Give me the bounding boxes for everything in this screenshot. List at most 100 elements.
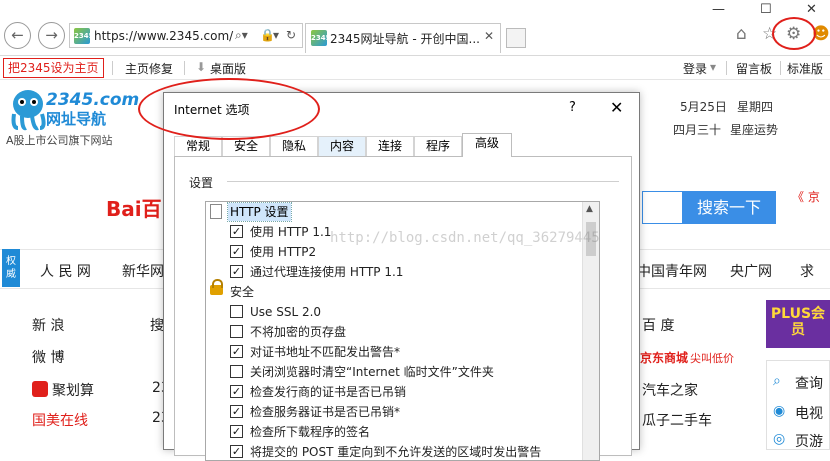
nav-link[interactable]: 央广网 bbox=[730, 261, 772, 281]
scroll-up-icon[interactable]: ▲ bbox=[586, 204, 593, 214]
login-link[interactable]: 登录 bbox=[683, 60, 707, 77]
desktop-version-link[interactable]: 桌面版 bbox=[210, 60, 246, 77]
watermark-text: http://blog.csdn.net/qq_36279445 bbox=[330, 230, 600, 246]
site-link[interactable]: 搜 bbox=[150, 315, 164, 335]
setting-row[interactable]: ✓ 检查所下载程序的签名 bbox=[206, 422, 584, 442]
site-link[interactable]: 新 浪 bbox=[32, 315, 64, 335]
nav-link[interactable]: 新华网 bbox=[122, 261, 164, 281]
lunar-date-text: 四月三十 bbox=[673, 123, 722, 137]
tree-category-http[interactable]: HTTP 设置 bbox=[206, 202, 584, 222]
setting-checkbox[interactable]: ✓ bbox=[230, 265, 243, 278]
maximize-button[interactable]: ☐ bbox=[760, 2, 772, 17]
tab-advanced[interactable]: 高级 bbox=[462, 133, 512, 157]
tab-privacy[interactable]: 隐私 bbox=[270, 136, 318, 156]
home-icon[interactable]: ⌂ bbox=[736, 24, 747, 44]
back-button[interactable]: ← bbox=[4, 22, 31, 49]
setting-checkbox[interactable]: ✓ bbox=[230, 405, 243, 418]
logo-title: 网址导航 bbox=[46, 110, 107, 128]
setting-checkbox[interactable]: ✓ bbox=[230, 425, 243, 438]
standard-version-link[interactable]: 标准版 bbox=[787, 60, 823, 77]
setting-checkbox[interactable]: ✓ bbox=[230, 345, 243, 358]
browser-chrome: — ☐ ✕ ← → 2345 https://www.2345.com/ ⌕▾ … bbox=[0, 0, 830, 56]
tab-connections[interactable]: 连接 bbox=[366, 136, 414, 156]
horoscope-link[interactable]: 星座运势 bbox=[730, 121, 778, 138]
side-tool-link[interactable]: 页游 bbox=[795, 431, 823, 451]
baidu-logo[interactable]: Bai百 bbox=[106, 193, 162, 222]
dialog-tabs: 常规 安全 隐私 内容 连接 程序 高级 bbox=[174, 133, 632, 157]
smiley-icon[interactable]: ☻ bbox=[812, 24, 830, 44]
site-link[interactable]: 汽车之家 bbox=[642, 380, 698, 400]
separator bbox=[184, 61, 185, 75]
address-url[interactable]: https://www.2345.com/ bbox=[94, 29, 233, 43]
advanced-panel: 设置 HTTP 设置 ✓ 使用 HTTP 1.1 ✓ 使用 HTTP2 ✓ 通过… bbox=[174, 156, 632, 461]
setting-checkbox[interactable] bbox=[230, 365, 243, 378]
setting-row[interactable]: ✓ 将提交的 POST 重定向到不允许发送的区域时发出警告 bbox=[206, 442, 584, 460]
setting-row[interactable]: ✓ 对证书地址不匹配发出警告* bbox=[206, 342, 584, 362]
guestbook-link[interactable]: 留言板 bbox=[736, 60, 772, 77]
tab-general[interactable]: 常规 bbox=[174, 136, 222, 156]
settings-group-label: 设置 bbox=[189, 176, 214, 190]
setting-row[interactable]: ✓ 通过代理连接使用 HTTP 1.1 bbox=[206, 262, 584, 282]
search-button[interactable]: 搜索一下 bbox=[682, 191, 776, 224]
setting-label: Use SSL 2.0 bbox=[250, 305, 322, 319]
side-tool-link[interactable]: 查询 bbox=[795, 373, 823, 393]
setting-row[interactable]: ✓ 检查服务器证书是否已吊销* bbox=[206, 402, 584, 422]
setting-checkbox[interactable]: ✓ bbox=[230, 385, 243, 398]
setting-row[interactable]: ✓ 检查发行商的证书是否已吊销 bbox=[206, 382, 584, 402]
nav-link[interactable]: 求 bbox=[800, 261, 814, 281]
search-input[interactable] bbox=[642, 191, 682, 224]
dropdown-icon[interactable]: ▾ bbox=[273, 28, 279, 42]
tab-security[interactable]: 安全 bbox=[222, 136, 270, 156]
setting-row[interactable]: Use SSL 2.0 bbox=[206, 302, 584, 322]
setting-label: 将提交的 POST 重定向到不允许发送的区域时发出警告 bbox=[250, 445, 542, 459]
site-link[interactable]: 京东商城 bbox=[640, 349, 688, 366]
search-icon: ⌕ bbox=[773, 373, 781, 389]
tv-icon: ◉ bbox=[773, 403, 786, 419]
tab-programs[interactable]: 程序 bbox=[414, 136, 462, 156]
news-link[interactable]: 《 京 bbox=[792, 188, 820, 205]
refresh-icon[interactable]: ↻ bbox=[286, 28, 296, 42]
close-window-button[interactable]: ✕ bbox=[806, 2, 817, 17]
address-bar[interactable]: 2345 https://www.2345.com/ ⌕▾ 🔒 ▾ ↻ bbox=[69, 23, 303, 48]
setting-checkbox[interactable]: ✓ bbox=[230, 245, 243, 258]
setting-row[interactable]: 不将加密的页存盘 bbox=[206, 322, 584, 342]
gear-icon[interactable]: ⚙ bbox=[786, 24, 801, 44]
new-tab-button[interactable] bbox=[506, 28, 526, 48]
side-tools-panel: ⌕ 查询 ◉ 电视 ◎ 页游 bbox=[766, 360, 830, 450]
setting-checkbox[interactable] bbox=[230, 305, 243, 318]
search-icon[interactable]: ⌕▾ bbox=[235, 28, 248, 43]
home-repair-link[interactable]: 主页修复 bbox=[125, 60, 173, 77]
group-divider bbox=[227, 181, 619, 182]
nav-link[interactable]: 中国青年网 bbox=[637, 261, 707, 281]
site-link[interactable]: 国美在线 bbox=[32, 410, 88, 430]
help-button[interactable]: ? bbox=[569, 100, 576, 115]
site-link[interactable]: 百 度 bbox=[642, 315, 674, 335]
site-link[interactable]: 聚划算 bbox=[32, 380, 94, 400]
tree-category-security[interactable]: 安全 bbox=[206, 279, 584, 302]
minimize-button[interactable]: — bbox=[712, 2, 725, 17]
setting-checkbox[interactable]: ✓ bbox=[230, 225, 243, 238]
site-link[interactable]: 微 博 bbox=[32, 347, 64, 367]
download-icon: ⬇ bbox=[196, 60, 207, 74]
site-logo[interactable]: 2345.com 网址导航 A股上市公司旗下网站 bbox=[6, 86, 146, 148]
setting-label: 检查发行商的证书是否已吊销 bbox=[250, 385, 407, 399]
setting-label: 对证书地址不匹配发出警告* bbox=[250, 345, 401, 359]
close-dialog-button[interactable]: ✕ bbox=[610, 98, 623, 117]
tab-content[interactable]: 内容 bbox=[318, 136, 366, 156]
nav-link[interactable]: 人 民 网 bbox=[40, 261, 91, 281]
site-link[interactable]: 瓜子二手车 bbox=[642, 410, 712, 430]
forward-button[interactable]: → bbox=[38, 22, 65, 49]
setting-checkbox[interactable] bbox=[230, 325, 243, 338]
set-homepage-button[interactable]: 把2345设为主页 bbox=[3, 58, 104, 78]
setting-row[interactable]: 关闭浏览器时清空“Internet 临时文件”文件夹 bbox=[206, 362, 584, 382]
site-link-label: 聚划算 bbox=[52, 383, 94, 399]
browser-tab[interactable]: 2345 2345网址导航 - 开创中国... ✕ bbox=[305, 23, 501, 53]
close-tab-icon[interactable]: ✕ bbox=[484, 29, 494, 43]
side-tool-link[interactable]: 电视 bbox=[795, 403, 823, 423]
plus-member-banner[interactable]: PLUS会员 bbox=[766, 300, 830, 348]
favorites-star-icon[interactable]: ☆ bbox=[762, 24, 777, 44]
separator bbox=[780, 61, 781, 75]
setting-checkbox[interactable]: ✓ bbox=[230, 445, 243, 458]
favorites-bar: 把2345设为主页 主页修复 ⬇ 桌面版 登录 ▾ 留言板 标准版 bbox=[0, 56, 830, 80]
promo-text[interactable]: 尖叫低价 bbox=[690, 350, 734, 366]
